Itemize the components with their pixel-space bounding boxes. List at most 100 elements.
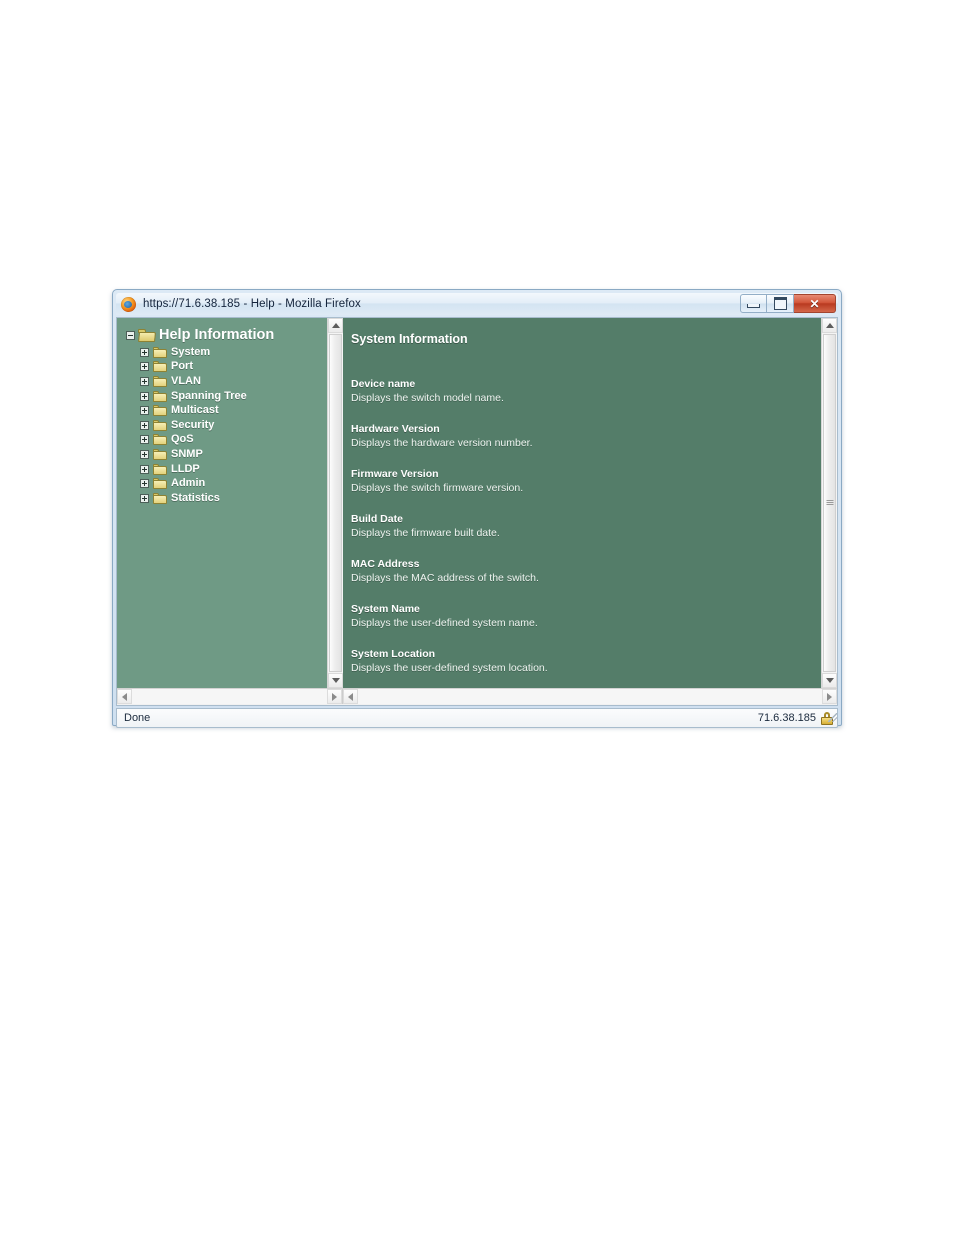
- tree-item-system[interactable]: System: [126, 345, 327, 360]
- help-entry: Hardware Version Displays the hardware v…: [351, 423, 821, 449]
- close-icon: ✕: [809, 296, 820, 311]
- scroll-right-button[interactable]: [327, 689, 342, 704]
- help-entry-term: Device name: [351, 378, 416, 390]
- tree-item-label: Spanning Tree: [171, 389, 247, 402]
- help-content-pane: System Information Device name Displays …: [343, 318, 837, 688]
- tree-item-help-information[interactable]: Help Information: [126, 326, 327, 345]
- scroll-thumb[interactable]: [823, 334, 836, 672]
- expand-plus-icon[interactable]: [140, 493, 149, 503]
- help-entry-desc: Displays the MAC address of the switch.: [351, 572, 539, 584]
- content-horizontal-scrollbar[interactable]: [343, 689, 837, 704]
- minimize-button[interactable]: [740, 294, 767, 313]
- help-entry-desc: Displays the hardware version number.: [351, 437, 533, 449]
- help-entry: System Name Displays the user-defined sy…: [351, 603, 821, 629]
- help-entry-desc: Displays the user-defined system locatio…: [351, 662, 548, 674]
- help-entry: Build Date Displays the firmware built d…: [351, 513, 821, 539]
- folder-icon: [153, 463, 167, 475]
- chevron-right-icon: [332, 692, 337, 701]
- tree-item-label: Multicast: [171, 404, 219, 417]
- tree-item-label: Security: [171, 418, 215, 431]
- help-entry: Device name Displays the switch model na…: [351, 378, 821, 404]
- content-vertical-scrollbar[interactable]: [821, 318, 837, 688]
- tree-item-label: System: [171, 345, 211, 358]
- help-entry-desc: Displays the switch firmware version.: [351, 482, 524, 494]
- tree-item-spanning-tree[interactable]: Spanning Tree: [126, 389, 327, 404]
- close-button[interactable]: ✕: [794, 294, 836, 313]
- scroll-down-button[interactable]: [328, 673, 343, 688]
- tree-item-label: Help Information: [159, 327, 275, 344]
- maximize-button[interactable]: [767, 294, 794, 313]
- scroll-thumb[interactable]: [329, 334, 342, 672]
- tree-item-lldp[interactable]: LLDP: [126, 462, 327, 477]
- collapse-minus-icon[interactable]: [126, 331, 135, 340]
- tree-vertical-scrollbar[interactable]: [327, 318, 343, 688]
- content-area: Help Information System Port VLAN Spanni…: [116, 317, 838, 706]
- help-entry-term: MAC Address: [351, 558, 420, 570]
- scroll-left-button[interactable]: [117, 689, 132, 704]
- help-entry: MAC Address Displays the MAC address of …: [351, 558, 821, 584]
- horizontal-scrollbar-row: [117, 688, 837, 705]
- title-bar[interactable]: https://71.6.38.185 - Help - Mozilla Fir…: [116, 293, 838, 315]
- scroll-track[interactable]: [328, 333, 343, 673]
- status-host: 71.6.38.185: [757, 712, 816, 724]
- help-content: System Information Device name Displays …: [343, 318, 821, 688]
- tree-item-label: LLDP: [171, 462, 200, 475]
- tree-item-multicast[interactable]: Multicast: [126, 403, 327, 418]
- folder-icon: [153, 390, 167, 402]
- status-text: Done: [124, 712, 151, 724]
- scroll-track[interactable]: [822, 333, 837, 673]
- chevron-right-icon: [827, 692, 832, 701]
- scroll-up-button[interactable]: [328, 318, 343, 333]
- expand-plus-icon[interactable]: [140, 406, 149, 416]
- tree-item-port[interactable]: Port: [126, 360, 327, 375]
- help-tree: Help Information System Port VLAN Spanni…: [117, 318, 327, 688]
- folder-icon: [153, 419, 167, 431]
- tree-horizontal-scrollbar[interactable]: [117, 689, 343, 704]
- tree-item-label: Port: [171, 360, 193, 373]
- chevron-left-icon: [122, 692, 127, 701]
- expand-plus-icon[interactable]: [140, 391, 149, 401]
- folder-icon: [153, 405, 167, 417]
- help-entry-term: System Location: [351, 648, 436, 660]
- expand-plus-icon[interactable]: [140, 479, 149, 489]
- expand-plus-icon[interactable]: [140, 464, 149, 474]
- minimize-icon: [747, 304, 760, 308]
- open-folder-icon: [138, 329, 155, 342]
- expand-plus-icon[interactable]: [140, 347, 149, 357]
- scroll-track[interactable]: [132, 689, 327, 704]
- grip-icon: [826, 500, 833, 506]
- scroll-track[interactable]: [358, 689, 822, 704]
- scroll-right-button[interactable]: [822, 689, 837, 704]
- scroll-down-button[interactable]: [822, 673, 837, 688]
- maximize-icon: [773, 297, 787, 310]
- tree-item-vlan[interactable]: VLAN: [126, 374, 327, 389]
- expand-plus-icon[interactable]: [140, 420, 149, 430]
- tree-item-label: SNMP: [171, 447, 203, 460]
- expand-plus-icon[interactable]: [140, 362, 149, 372]
- scroll-up-button[interactable]: [822, 318, 837, 333]
- expand-plus-icon[interactable]: [140, 435, 149, 445]
- chevron-down-icon: [825, 678, 834, 683]
- chevron-left-icon: [348, 692, 353, 701]
- help-entry-term: System Name: [351, 603, 420, 615]
- scroll-left-button[interactable]: [343, 689, 358, 704]
- resize-grip[interactable]: [828, 713, 837, 722]
- tree-item-admin[interactable]: Admin: [126, 476, 327, 491]
- help-entry-desc: Displays the user-defined system name.: [351, 617, 538, 629]
- tree-item-label: QoS: [171, 433, 194, 446]
- tree-item-qos[interactable]: QoS: [126, 433, 327, 448]
- caption-buttons: ✕: [740, 294, 836, 313]
- expand-plus-icon[interactable]: [140, 449, 149, 459]
- folder-icon: [153, 448, 167, 460]
- chevron-up-icon: [331, 323, 340, 328]
- status-bar: Done 71.6.38.185: [116, 708, 838, 728]
- help-entry: Firmware Version Displays the switch fir…: [351, 468, 821, 494]
- tree-item-snmp[interactable]: SNMP: [126, 447, 327, 462]
- folder-icon: [153, 478, 167, 490]
- expand-plus-icon[interactable]: [140, 376, 149, 386]
- tree-item-statistics[interactable]: Statistics: [126, 491, 327, 506]
- page-title: System Information: [351, 332, 468, 346]
- help-tree-pane: Help Information System Port VLAN Spanni…: [117, 318, 343, 688]
- help-entry-term: Build Date: [351, 513, 403, 525]
- tree-item-security[interactable]: Security: [126, 418, 327, 433]
